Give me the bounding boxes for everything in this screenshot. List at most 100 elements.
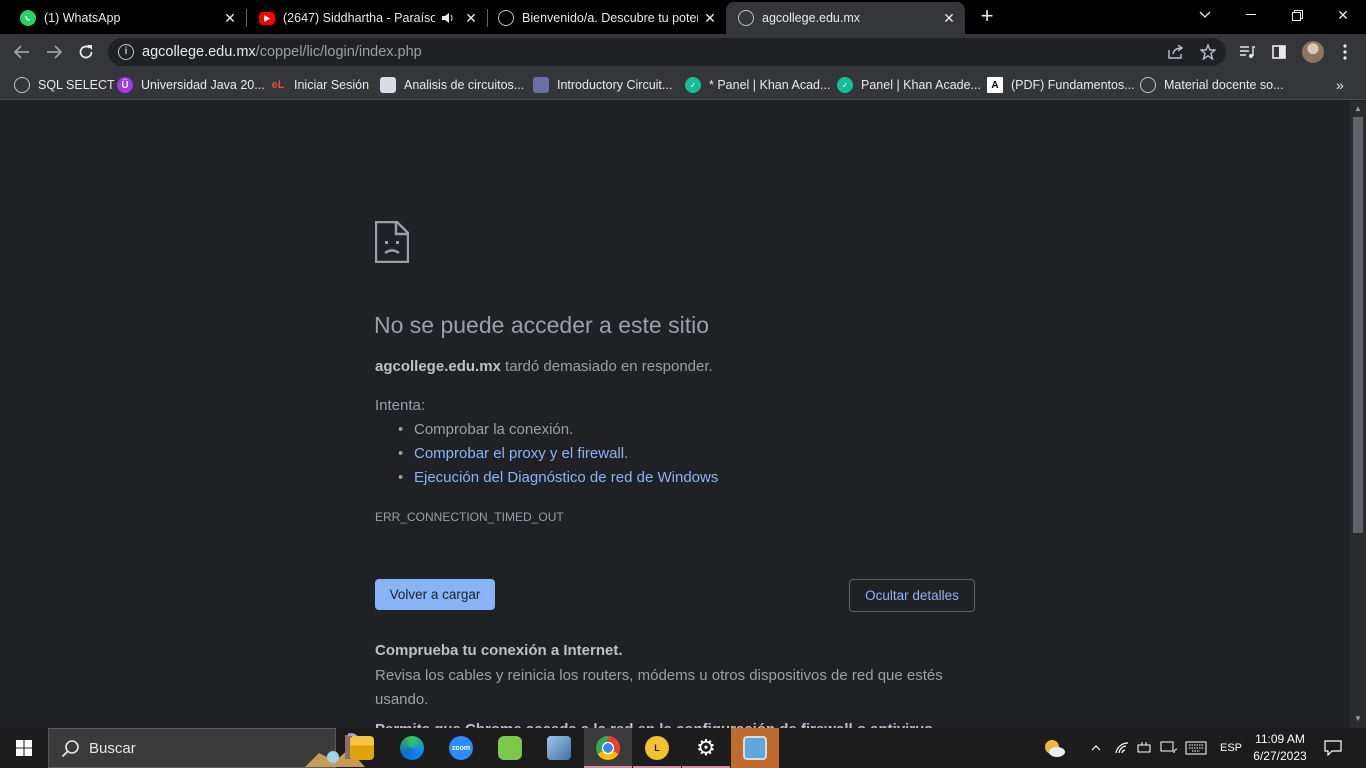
- back-button[interactable]: [10, 40, 34, 64]
- share-icon[interactable]: [1168, 44, 1184, 60]
- media-control-icon[interactable]: [1238, 43, 1256, 61]
- suggestion-list: Comprobar la conexión. Comprobar el prox…: [398, 421, 718, 493]
- battery-plug-icon[interactable]: [1135, 728, 1155, 768]
- globe-icon: [1140, 77, 1156, 93]
- weather-icon[interactable]: [1040, 728, 1068, 768]
- taskbar-edge[interactable]: [388, 728, 436, 768]
- close-icon[interactable]: ✕: [941, 10, 957, 26]
- tab-bienvenido[interactable]: Bienvenido/a. Descubre tu potencia ✕: [488, 2, 726, 34]
- control-panel-icon: [743, 736, 767, 760]
- taskbar-remote-desktop[interactable]: [731, 728, 779, 768]
- forward-button[interactable]: [42, 40, 66, 64]
- gear-icon: ⚙: [696, 735, 716, 760]
- taskbar-zoom[interactable]: zoom: [437, 728, 485, 768]
- notification-icon[interactable]: [1320, 728, 1346, 768]
- tab-youtube[interactable]: (2647) Siddhartha - Paraíso Li ✕: [247, 2, 487, 34]
- taskbar-app-lego[interactable]: L: [633, 728, 681, 768]
- bookmark-label: Iniciar Sesión: [294, 78, 370, 92]
- restore-button[interactable]: [1274, 0, 1320, 30]
- tab-title: Bienvenido/a. Descubre tu potencia: [522, 11, 698, 25]
- speaker-icon[interactable]: [439, 10, 455, 26]
- udemy-icon: Ü: [117, 77, 133, 93]
- tab-title: agcollege.edu.mx: [762, 11, 860, 25]
- profile-avatar[interactable]: [1302, 41, 1324, 63]
- bookmark-label: * Panel | Khan Acad...: [709, 78, 831, 92]
- tab-agcollege[interactable]: agcollege.edu.mx ✕: [726, 2, 965, 34]
- close-icon[interactable]: ✕: [463, 10, 479, 26]
- tab-title: (1) WhatsApp: [44, 11, 121, 25]
- taskbar-search[interactable]: Buscar: [48, 728, 365, 768]
- bookmark-star-icon[interactable]: [1200, 44, 1216, 60]
- bookmark-analisis-circuitos[interactable]: Analisis de circuitos...: [380, 76, 524, 94]
- keyboard-icon[interactable]: [1184, 728, 1208, 768]
- close-window-button[interactable]: ✕: [1320, 0, 1366, 30]
- bookmark-material-docente[interactable]: Material docente so...: [1140, 76, 1284, 94]
- chrome-icon: [596, 736, 620, 760]
- close-icon[interactable]: ✕: [702, 10, 718, 26]
- scroll-down-icon[interactable]: ▼: [1354, 715, 1362, 723]
- scroll-up-icon[interactable]: ▲: [1354, 105, 1362, 113]
- new-tab-button[interactable]: +: [976, 5, 998, 28]
- taskbar-virtualbox[interactable]: [535, 728, 583, 768]
- wifi-icon[interactable]: [1112, 728, 1132, 768]
- android-app-icon: [498, 736, 522, 760]
- browser-toolbar: i agcollege.edu.mx/coppel/lic/login/inde…: [0, 34, 1366, 70]
- bookmark-label: Analisis de circuitos...: [404, 78, 525, 92]
- clock-time: 11:09 AM: [1255, 732, 1305, 746]
- cube-icon: [547, 736, 571, 760]
- menu-kebab-icon[interactable]: [1336, 43, 1354, 61]
- page-title: No se puede acceder a este sitio: [374, 312, 709, 338]
- detail-next-heading: Permite que Chrome acceda a la red en la…: [375, 721, 935, 728]
- bookmark-label: (PDF) Fundamentos...: [1011, 78, 1135, 92]
- bookmark-label: SQL SELECT: [38, 78, 115, 92]
- bookmark-panel-khan-2[interactable]: ✓ Panel | Khan Acade...: [837, 76, 981, 94]
- khan-icon: ✓: [837, 77, 853, 93]
- network-icon[interactable]: [1158, 728, 1180, 768]
- hide-details-button[interactable]: Ocultar detalles: [849, 579, 975, 612]
- url-text[interactable]: agcollege.edu.mx/coppel/lic/login/index.…: [142, 44, 422, 60]
- suggestion-check-proxy-link[interactable]: Comprobar el proxy y el firewall.: [398, 445, 718, 469]
- scrollbar-thumb[interactable]: [1353, 117, 1363, 533]
- taskbar-clock[interactable]: 11:09 AM 6/27/2023: [1250, 731, 1310, 765]
- show-hidden-icons-chevron-icon[interactable]: [1086, 728, 1106, 768]
- bookmark-universidad-java[interactable]: Ü Universidad Java 20...: [117, 76, 265, 94]
- reload-page-button[interactable]: Volver a cargar: [375, 579, 495, 610]
- bookmark-label: Introductory Circuit...: [557, 78, 673, 92]
- windows-logo-icon: [16, 740, 32, 756]
- windows-taskbar: Buscar zoom L ⚙ ESP 11:09 AM 6/27/2023: [0, 728, 1366, 768]
- start-button[interactable]: [0, 728, 48, 768]
- site-info-icon[interactable]: i: [118, 44, 134, 60]
- tab-whatsapp[interactable]: (1) WhatsApp ✕: [0, 2, 246, 34]
- taskbar-settings[interactable]: ⚙: [682, 728, 730, 768]
- bookmark-label: Material docente so...: [1164, 78, 1284, 92]
- suggestion-network-diagnostics-link[interactable]: Ejecución del Diagnóstico de red de Wind…: [398, 469, 718, 493]
- minimize-button[interactable]: [1228, 0, 1274, 30]
- try-label: Intenta:: [375, 397, 426, 414]
- bookmark-label: Universidad Java 20...: [141, 78, 265, 92]
- taskbar-file-explorer[interactable]: [338, 728, 386, 768]
- bookmark-introductory-circuit[interactable]: Introductory Circuit...: [533, 76, 672, 94]
- address-bar[interactable]: i agcollege.edu.mx/coppel/lic/login/inde…: [108, 38, 1226, 66]
- bookmark-panel-khan-1[interactable]: ✓ * Panel | Khan Acad...: [685, 76, 830, 94]
- page-scrollbar[interactable]: ▲ ▼: [1350, 101, 1366, 728]
- document-icon: [380, 77, 396, 93]
- language-indicator[interactable]: ESP: [1216, 728, 1246, 768]
- more-bookmarks-chevron-icon[interactable]: »: [1336, 76, 1344, 94]
- sad-page-icon: [375, 221, 409, 263]
- error-code: ERR_CONNECTION_TIMED_OUT: [375, 510, 564, 524]
- side-panel-icon[interactable]: [1270, 43, 1288, 61]
- taskbar-chrome[interactable]: [584, 728, 632, 768]
- taskbar-app-green[interactable]: [486, 728, 534, 768]
- zoom-icon: zoom: [449, 736, 473, 760]
- bookmark-pdf-fundamentos[interactable]: A (PDF) Fundamentos...: [987, 76, 1135, 94]
- bookmark-sql-select[interactable]: SQL SELECT: [14, 76, 115, 94]
- tab-strip: (1) WhatsApp ✕ (2647) Siddhartha - Paraí…: [0, 0, 1366, 34]
- reload-button[interactable]: [74, 40, 98, 64]
- globe-icon: [738, 10, 754, 26]
- folder-icon: [350, 736, 374, 760]
- tab-search-icon[interactable]: [1182, 0, 1228, 30]
- suggestion-check-connection: Comprobar la conexión.: [398, 421, 718, 445]
- document-icon: [533, 77, 549, 93]
- close-icon[interactable]: ✕: [222, 10, 238, 26]
- bookmark-iniciar-sesion[interactable]: eL Iniciar Sesión: [270, 76, 369, 94]
